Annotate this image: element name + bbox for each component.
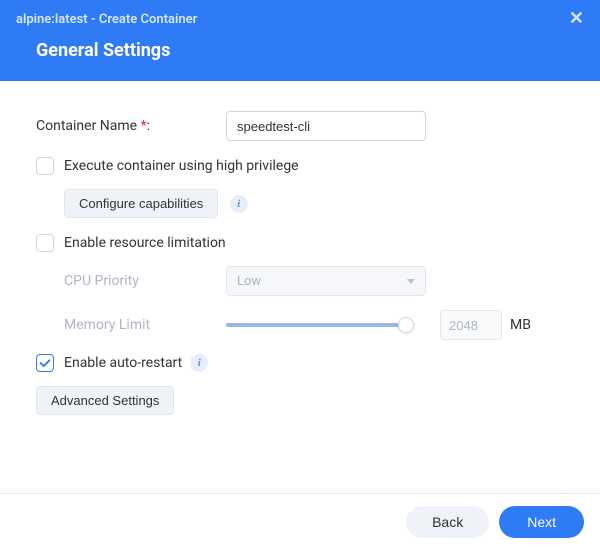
info-icon[interactable]: i	[230, 195, 248, 213]
configure-caps-block: Configure capabilities i	[64, 189, 564, 218]
slider-track	[226, 323, 406, 327]
chevron-down-icon	[407, 279, 415, 284]
close-icon[interactable]: ✕	[569, 10, 584, 28]
high-privilege-label: Execute container using high privilege	[64, 158, 299, 174]
required-asterisk: *	[141, 118, 147, 134]
cpu-priority-select: Low	[226, 266, 426, 296]
next-button[interactable]: Next	[499, 506, 584, 538]
back-button[interactable]: Back	[406, 506, 489, 538]
slider-fill	[226, 323, 406, 327]
resource-limit-label: Enable resource limitation	[64, 235, 226, 251]
container-name-label: Container Name *:	[36, 118, 226, 134]
high-privilege-checkbox[interactable]	[36, 157, 54, 175]
memory-limit-label: Memory Limit	[64, 317, 226, 333]
memory-limit-unit: MB	[510, 317, 531, 333]
dialog-header: alpine:latest - Create Container ✕ Gener…	[0, 0, 600, 81]
auto-restart-checkbox[interactable]	[36, 354, 54, 372]
advanced-settings-button[interactable]: Advanced Settings	[36, 386, 174, 415]
resource-limit-checkbox[interactable]	[36, 234, 54, 252]
container-name-row: Container Name *:	[36, 111, 564, 141]
dialog-title: alpine:latest - Create Container	[16, 12, 197, 27]
cpu-priority-label: CPU Priority	[64, 273, 226, 289]
auto-restart-label: Enable auto-restart	[64, 355, 182, 371]
dialog-content: Container Name *: Execute container usin…	[0, 81, 600, 415]
memory-limit-row: Memory Limit MB	[64, 310, 564, 340]
cpu-priority-row: CPU Priority Low	[64, 266, 564, 296]
container-name-input[interactable]	[226, 111, 426, 141]
slider-thumb	[398, 317, 414, 333]
configure-capabilities-button[interactable]: Configure capabilities	[64, 189, 218, 218]
high-privilege-row: Execute container using high privilege	[36, 157, 564, 175]
section-title: General Settings	[0, 34, 600, 81]
info-icon[interactable]: i	[190, 354, 208, 372]
checkmark-icon	[38, 356, 52, 370]
titlebar: alpine:latest - Create Container ✕	[0, 0, 600, 34]
resource-limit-row: Enable resource limitation	[36, 234, 564, 252]
cpu-priority-value: Low	[237, 274, 261, 289]
memory-limit-input	[440, 310, 502, 340]
memory-limit-slider	[226, 323, 426, 327]
dialog-footer: Back Next	[0, 493, 600, 550]
auto-restart-row: Enable auto-restart i	[36, 354, 564, 372]
